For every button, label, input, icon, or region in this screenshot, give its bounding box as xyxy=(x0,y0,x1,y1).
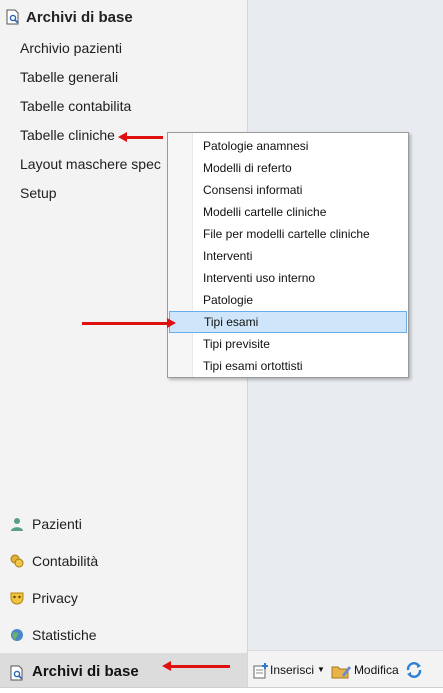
submenu-interventi[interactable]: Interventi xyxy=(169,245,407,267)
section-title: Archivi di base xyxy=(26,8,133,26)
nav-item-archivio-pazienti[interactable]: Archivio pazienti xyxy=(20,38,161,67)
submenu-patologie[interactable]: Patologie xyxy=(169,289,407,311)
folder-edit-icon xyxy=(331,663,351,678)
submenu-consensi-informati[interactable]: Consensi informati xyxy=(169,179,407,201)
nav-item-layout-maschere[interactable]: Layout maschere spec xyxy=(20,154,161,183)
submenu-tipi-esami[interactable]: Tipi esami xyxy=(169,311,407,333)
document-search-icon xyxy=(10,665,24,680)
submenu-interventi-uso-interno[interactable]: Interventi uso interno xyxy=(169,267,407,289)
person-icon xyxy=(10,517,24,531)
module-privacy[interactable]: Privacy xyxy=(0,579,247,616)
module-contabilita[interactable]: Contabilità xyxy=(0,542,247,579)
mask-icon xyxy=(10,591,24,605)
cliniche-submenu: Patologie anamnesi Modelli di referto Co… xyxy=(167,132,409,378)
refresh-icon xyxy=(405,661,423,679)
archive-menu-list: Archivio pazienti Tabelle generali Tabel… xyxy=(20,38,161,212)
nav-item-tabelle-cliniche[interactable]: Tabelle cliniche xyxy=(20,125,161,154)
bottom-toolbar: Inserisci ▼ Modifica xyxy=(248,650,443,688)
refresh-button[interactable] xyxy=(405,661,423,679)
module-statistiche[interactable]: Statistiche xyxy=(0,616,247,653)
submenu-tipi-esami-ortottisti[interactable]: Tipi esami ortottisti xyxy=(169,355,407,377)
module-archivi-di-base[interactable]: Archivi di base xyxy=(0,653,247,690)
annotation-arrow-archivi xyxy=(162,661,230,671)
submenu-tipi-previsite[interactable]: Tipi previsite xyxy=(169,333,407,355)
nav-item-setup[interactable]: Setup xyxy=(20,183,161,212)
annotation-arrow-tipi-esami xyxy=(82,318,176,328)
submenu-modelli-referto[interactable]: Modelli di referto xyxy=(169,157,407,179)
insert-button[interactable]: Inserisci ▼ xyxy=(253,662,325,678)
dropdown-arrow-icon[interactable]: ▼ xyxy=(317,665,325,674)
module-label: Privacy xyxy=(32,589,78,606)
module-label: Statistiche xyxy=(32,626,97,643)
submenu-patologie-anamnesi[interactable]: Patologie anamnesi xyxy=(169,135,407,157)
submenu-modelli-cartelle[interactable]: Modelli cartelle cliniche xyxy=(169,201,407,223)
edit-button[interactable]: Modifica xyxy=(331,662,399,678)
status-strip xyxy=(0,687,443,693)
module-label: Archivi di base xyxy=(32,663,139,680)
annotation-arrow-cliniche xyxy=(118,132,163,142)
nav-item-tabelle-generali[interactable]: Tabelle generali xyxy=(20,67,161,96)
insert-icon xyxy=(253,662,268,678)
module-label: Pazienti xyxy=(32,515,82,532)
module-label: Contabilità xyxy=(32,552,99,569)
module-pazienti[interactable]: Pazienti xyxy=(0,505,247,542)
section-header: Archivi di base xyxy=(6,6,133,28)
edit-label: Modifica xyxy=(353,662,399,677)
insert-label: Inserisci xyxy=(270,662,315,677)
nav-item-tabelle-contabilita[interactable]: Tabelle contabilita xyxy=(20,96,161,125)
submenu-file-modelli-cartelle[interactable]: File per modelli cartelle cliniche xyxy=(169,223,407,245)
coins-icon xyxy=(10,554,24,568)
module-switcher: Pazienti Contabilità Privacy Statistiche xyxy=(0,505,247,690)
document-search-icon xyxy=(6,9,20,25)
globe-icon xyxy=(10,628,24,642)
